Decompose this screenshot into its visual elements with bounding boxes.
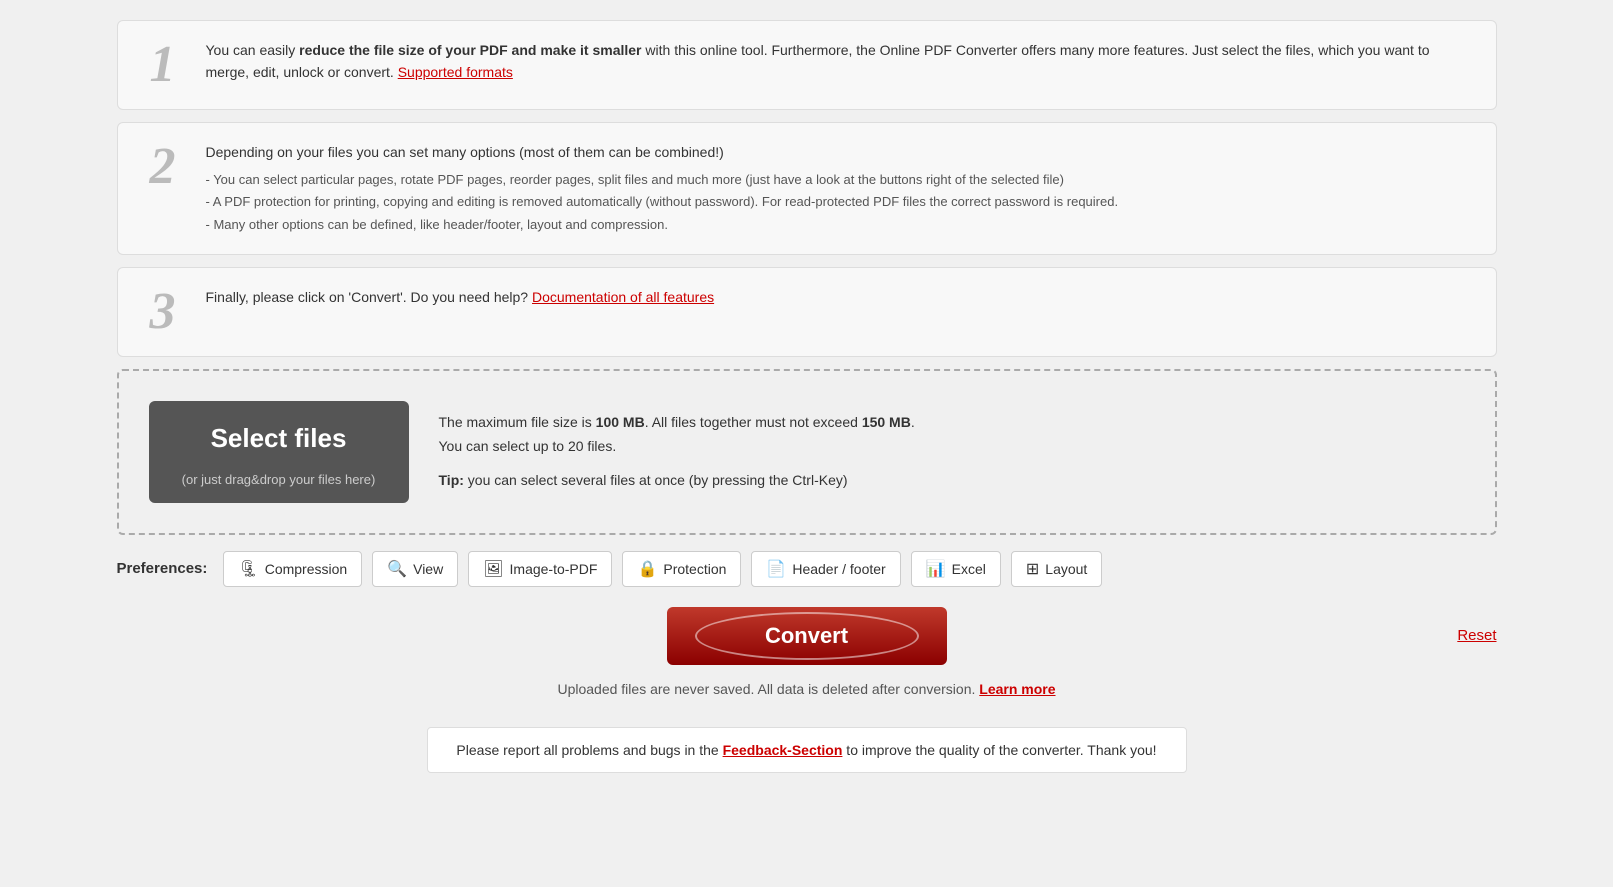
- pref-image-to-pdf-button[interactable]: 🖼 Image-to-PDF: [468, 551, 612, 587]
- info-before: The maximum file size is: [439, 414, 596, 430]
- dropzone-size-info: The maximum file size is 100 MB. All fil…: [439, 411, 1465, 459]
- pref-compression-button[interactable]: 🗜 Compression: [223, 551, 362, 587]
- select-files-button[interactable]: Select files (or just drag&drop your fil…: [149, 401, 409, 503]
- pref-view-label: View: [413, 561, 443, 577]
- step-1-text-before: You can easily: [206, 42, 300, 58]
- preferences-row: Preferences: 🗜 Compression 🔍 View 🖼 Imag…: [117, 551, 1497, 587]
- view-icon: 🔍: [387, 559, 407, 579]
- pref-view-button[interactable]: 🔍 View: [372, 551, 458, 587]
- step-3-text-before: Finally, please click on 'Convert'. Do y…: [206, 289, 529, 305]
- step-3-content: Finally, please click on 'Convert'. Do y…: [206, 286, 1476, 314]
- step-2-sub-1: - You can select particular pages, rotat…: [206, 169, 1476, 191]
- documentation-link[interactable]: Documentation of all features: [532, 289, 714, 305]
- select-files-sublabel: (or just drag&drop your files here): [149, 472, 409, 503]
- info-bold2: 150 MB: [862, 414, 911, 430]
- step-2-box: 2 Depending on your files you can set ma…: [117, 122, 1497, 255]
- step-1-text-bold: reduce the file size of your PDF and mak…: [299, 42, 641, 58]
- learn-more-link[interactable]: Learn more: [979, 681, 1055, 697]
- privacy-text: Uploaded files are never saved. All data…: [557, 681, 975, 697]
- pref-compression-label: Compression: [265, 561, 347, 577]
- pref-protection-button[interactable]: 🔒 Protection: [622, 551, 741, 587]
- step-1-content: You can easily reduce the file size of y…: [206, 39, 1476, 90]
- dropzone-info: The maximum file size is 100 MB. All fil…: [439, 411, 1465, 492]
- feedback-section-link[interactable]: Feedback-Section: [723, 742, 843, 758]
- dropzone-file-count: You can select up to 20 files.: [439, 438, 617, 454]
- pref-layout-label: Layout: [1045, 561, 1087, 577]
- layout-icon: ⊞: [1026, 559, 1039, 579]
- pref-excel-label: Excel: [952, 561, 986, 577]
- pref-layout-button[interactable]: ⊞ Layout: [1011, 551, 1102, 587]
- header-footer-icon: 📄: [766, 559, 786, 579]
- reset-link[interactable]: Reset: [1457, 627, 1496, 644]
- feedback-text-after: to improve the quality of the converter.…: [842, 742, 1156, 758]
- info-bold1: 100 MB: [596, 414, 645, 430]
- tip-label: Tip:: [439, 472, 464, 488]
- step-2-sub-3: - Many other options can be defined, lik…: [206, 214, 1476, 236]
- step-3-box: 3 Finally, please click on 'Convert'. Do…: [117, 267, 1497, 357]
- image-to-pdf-icon: 🖼: [483, 559, 503, 579]
- step-1-number: 1: [138, 39, 188, 91]
- step-1-box: 1 You can easily reduce the file size of…: [117, 20, 1497, 110]
- excel-icon: 📊: [926, 559, 946, 579]
- tip-text: you can select several files at once (by…: [464, 472, 848, 488]
- dropzone-tip: Tip: you can select several files at onc…: [439, 469, 1465, 493]
- privacy-note: Uploaded files are never saved. All data…: [117, 681, 1497, 697]
- pref-excel-button[interactable]: 📊 Excel: [911, 551, 1001, 587]
- info-end: .: [911, 414, 915, 430]
- select-files-label: Select files: [149, 401, 409, 472]
- dropzone-box: Select files (or just drag&drop your fil…: [117, 369, 1497, 535]
- pref-protection-label: Protection: [663, 561, 726, 577]
- step-2-number: 2: [138, 141, 188, 193]
- pref-header-footer-button[interactable]: 📄 Header / footer: [751, 551, 900, 587]
- step-3-text: Finally, please click on 'Convert'. Do y…: [206, 286, 1476, 308]
- feedback-box: Please report all problems and bugs in t…: [427, 727, 1187, 773]
- step-3-number: 3: [138, 286, 188, 338]
- preferences-label: Preferences:: [117, 560, 208, 577]
- protection-icon: 🔒: [637, 559, 657, 579]
- convert-row: Convert Reset: [117, 607, 1497, 665]
- convert-button[interactable]: Convert: [667, 607, 947, 665]
- feedback-text-before: Please report all problems and bugs in t…: [456, 742, 722, 758]
- step-2-content: Depending on your files you can set many…: [206, 141, 1476, 236]
- step-2-main: Depending on your files you can set many…: [206, 141, 1476, 163]
- pref-image-to-pdf-label: Image-to-PDF: [510, 561, 598, 577]
- compression-icon: 🗜: [238, 559, 258, 579]
- main-container: 1 You can easily reduce the file size of…: [117, 20, 1497, 773]
- pref-header-footer-label: Header / footer: [792, 561, 885, 577]
- step-1-text: You can easily reduce the file size of y…: [206, 39, 1476, 84]
- info-after: . All files together must not exceed: [645, 414, 862, 430]
- step-2-sub-2: - A PDF protection for printing, copying…: [206, 191, 1476, 213]
- supported-formats-link[interactable]: Supported formats: [398, 64, 513, 80]
